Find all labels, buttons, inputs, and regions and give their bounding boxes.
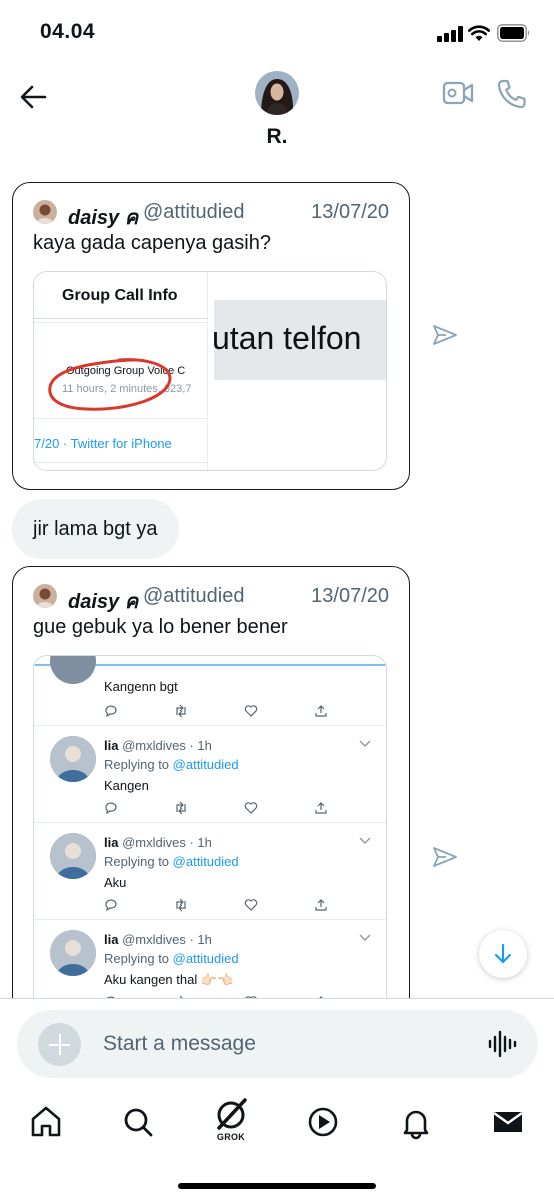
home-icon[interactable] [26, 1102, 66, 1142]
cellular-signal-icon [437, 26, 463, 42]
bottom-navigation: GROK [0, 1086, 554, 1200]
message-input[interactable] [103, 1022, 473, 1066]
reply-text: Kangen [104, 778, 149, 793]
battery-icon [497, 24, 530, 42]
reply-actions [104, 704, 334, 718]
divider [34, 322, 208, 323]
send-icon[interactable] [432, 846, 458, 868]
tweet-author-name: daisy ค [68, 591, 139, 613]
shared-tweet-card[interactable]: daisy ค @attitudied 13/07/20 kaya gada c… [12, 182, 410, 490]
like-icon [244, 705, 258, 717]
retweet-icon [176, 898, 186, 912]
retweet-icon [176, 704, 186, 718]
plus-icon[interactable] [38, 1023, 81, 1066]
tweet-image-screenshot[interactable]: Kangenn bgt lia @mxldives · 1h Replying t… [33, 655, 387, 998]
reply-author-meta: @mxldives · 1h [122, 835, 212, 850]
message-bubble[interactable]: jir lama bgt ya [12, 499, 179, 559]
tweet-source: 7/20 · Twitter for iPhone [34, 436, 172, 451]
reply-item: Kangenn bgt [34, 656, 386, 726]
reply-avatar [50, 833, 96, 879]
voice-wave-icon[interactable] [487, 1030, 517, 1058]
contact-avatar[interactable] [255, 71, 299, 115]
home-indicator [178, 1183, 376, 1189]
message-list[interactable]: daisy ค @attitudied 13/07/20 kaya gada c… [0, 164, 554, 998]
reply-icon [105, 899, 117, 912]
tweet-image-screenshot[interactable]: Group Call Info Outgoing Group Voice C 1… [33, 271, 387, 471]
like-icon [244, 802, 258, 814]
chevron-down-icon [359, 837, 371, 844]
tweet-text: gue gebuk ya lo bener bener [33, 616, 288, 638]
replying-to-link: @attitudied [172, 951, 239, 966]
status-time: 04.04 [40, 20, 96, 43]
tweet-author-handle: @attitudied [143, 201, 245, 223]
composer-box [17, 1010, 538, 1078]
divider [34, 462, 208, 463]
share-icon [315, 802, 327, 814]
tweet-date: 13/07/20 [311, 201, 389, 223]
tweet-author-avatar [33, 584, 57, 608]
caption-overlay-text: utan telfon [212, 320, 362, 356]
retweet-icon [176, 801, 186, 815]
reply-text: Aku kangen thal 👉🏻👈🏻 [104, 972, 234, 987]
replying-to-link: @attitudied [172, 757, 239, 772]
play-icon[interactable] [303, 1102, 343, 1142]
red-circle-annotation [48, 358, 172, 411]
contact-name[interactable]: R. [0, 125, 554, 149]
reply-avatar [50, 736, 96, 782]
reply-author-meta: @mxldives · 1h [122, 932, 212, 947]
reply-avatar [50, 930, 96, 976]
reply-actions [104, 801, 334, 815]
arrow-down-icon [494, 943, 512, 964]
tweet-meta: daisy ค @attitudied 13/07/20 [33, 199, 389, 229]
grok-label: GROK [216, 1132, 246, 1142]
divider [34, 418, 208, 419]
tweet-author-handle: @attitudied [143, 585, 245, 607]
reply-item: lia @mxldives · 1h Replying to @attitudie… [34, 726, 386, 823]
like-icon [244, 899, 258, 911]
tweet-text: kaya gada capenya gasih? [33, 232, 271, 254]
reply-icon [105, 705, 117, 718]
back-arrow-icon[interactable] [16, 82, 50, 112]
call-info-title: Group Call Info [62, 287, 178, 304]
tweet-date: 13/07/20 [311, 585, 389, 607]
video-call-icon[interactable] [442, 78, 474, 108]
mail-icon[interactable] [488, 1102, 528, 1142]
chevron-down-icon [359, 934, 371, 941]
status-bar: 04.04 [0, 0, 554, 64]
reply-author-name: lia [104, 835, 119, 850]
chevron-down-icon [359, 740, 371, 747]
share-icon [315, 899, 327, 911]
tweet-author-avatar [33, 200, 57, 224]
reply-actions [104, 898, 334, 912]
search-icon[interactable] [118, 1102, 158, 1142]
tweet-author-name: daisy ค [68, 207, 139, 229]
grok-tab[interactable]: GROK [211, 1098, 251, 1148]
replying-prefix: Replying to [104, 757, 173, 772]
replying-prefix: Replying to [104, 854, 173, 869]
reply-item: lia @mxldives · 1h Replying to @attitudie… [34, 823, 386, 920]
reply-author-name: lia [104, 738, 119, 753]
reply-text: Aku [104, 875, 127, 890]
reply-avatar [50, 656, 96, 684]
shared-tweet-card[interactable]: daisy ค @attitudied 13/07/20 gue gebuk y… [12, 566, 410, 998]
grok-icon [217, 1098, 247, 1130]
tweet-meta: daisy ค @attitudied 13/07/20 [33, 583, 389, 613]
conversation-header: R. [0, 64, 554, 164]
send-icon[interactable] [432, 324, 458, 346]
reply-item: lia @mxldives · 1h Replying to @attitudie… [34, 920, 386, 998]
wifi-icon [468, 25, 490, 41]
scroll-to-bottom-button[interactable] [479, 930, 527, 978]
share-icon [315, 705, 327, 717]
phone-icon[interactable] [496, 78, 526, 110]
reply-author-meta: @mxldives · 1h [122, 738, 212, 753]
replying-to-link: @attitudied [172, 854, 239, 869]
reply-text: Kangenn bgt [104, 679, 178, 694]
replying-prefix: Replying to [104, 951, 173, 966]
divider [34, 318, 208, 319]
message-composer [0, 998, 554, 1086]
reply-author-name: lia [104, 932, 119, 947]
reply-icon [105, 802, 117, 815]
bell-icon[interactable] [396, 1102, 436, 1142]
